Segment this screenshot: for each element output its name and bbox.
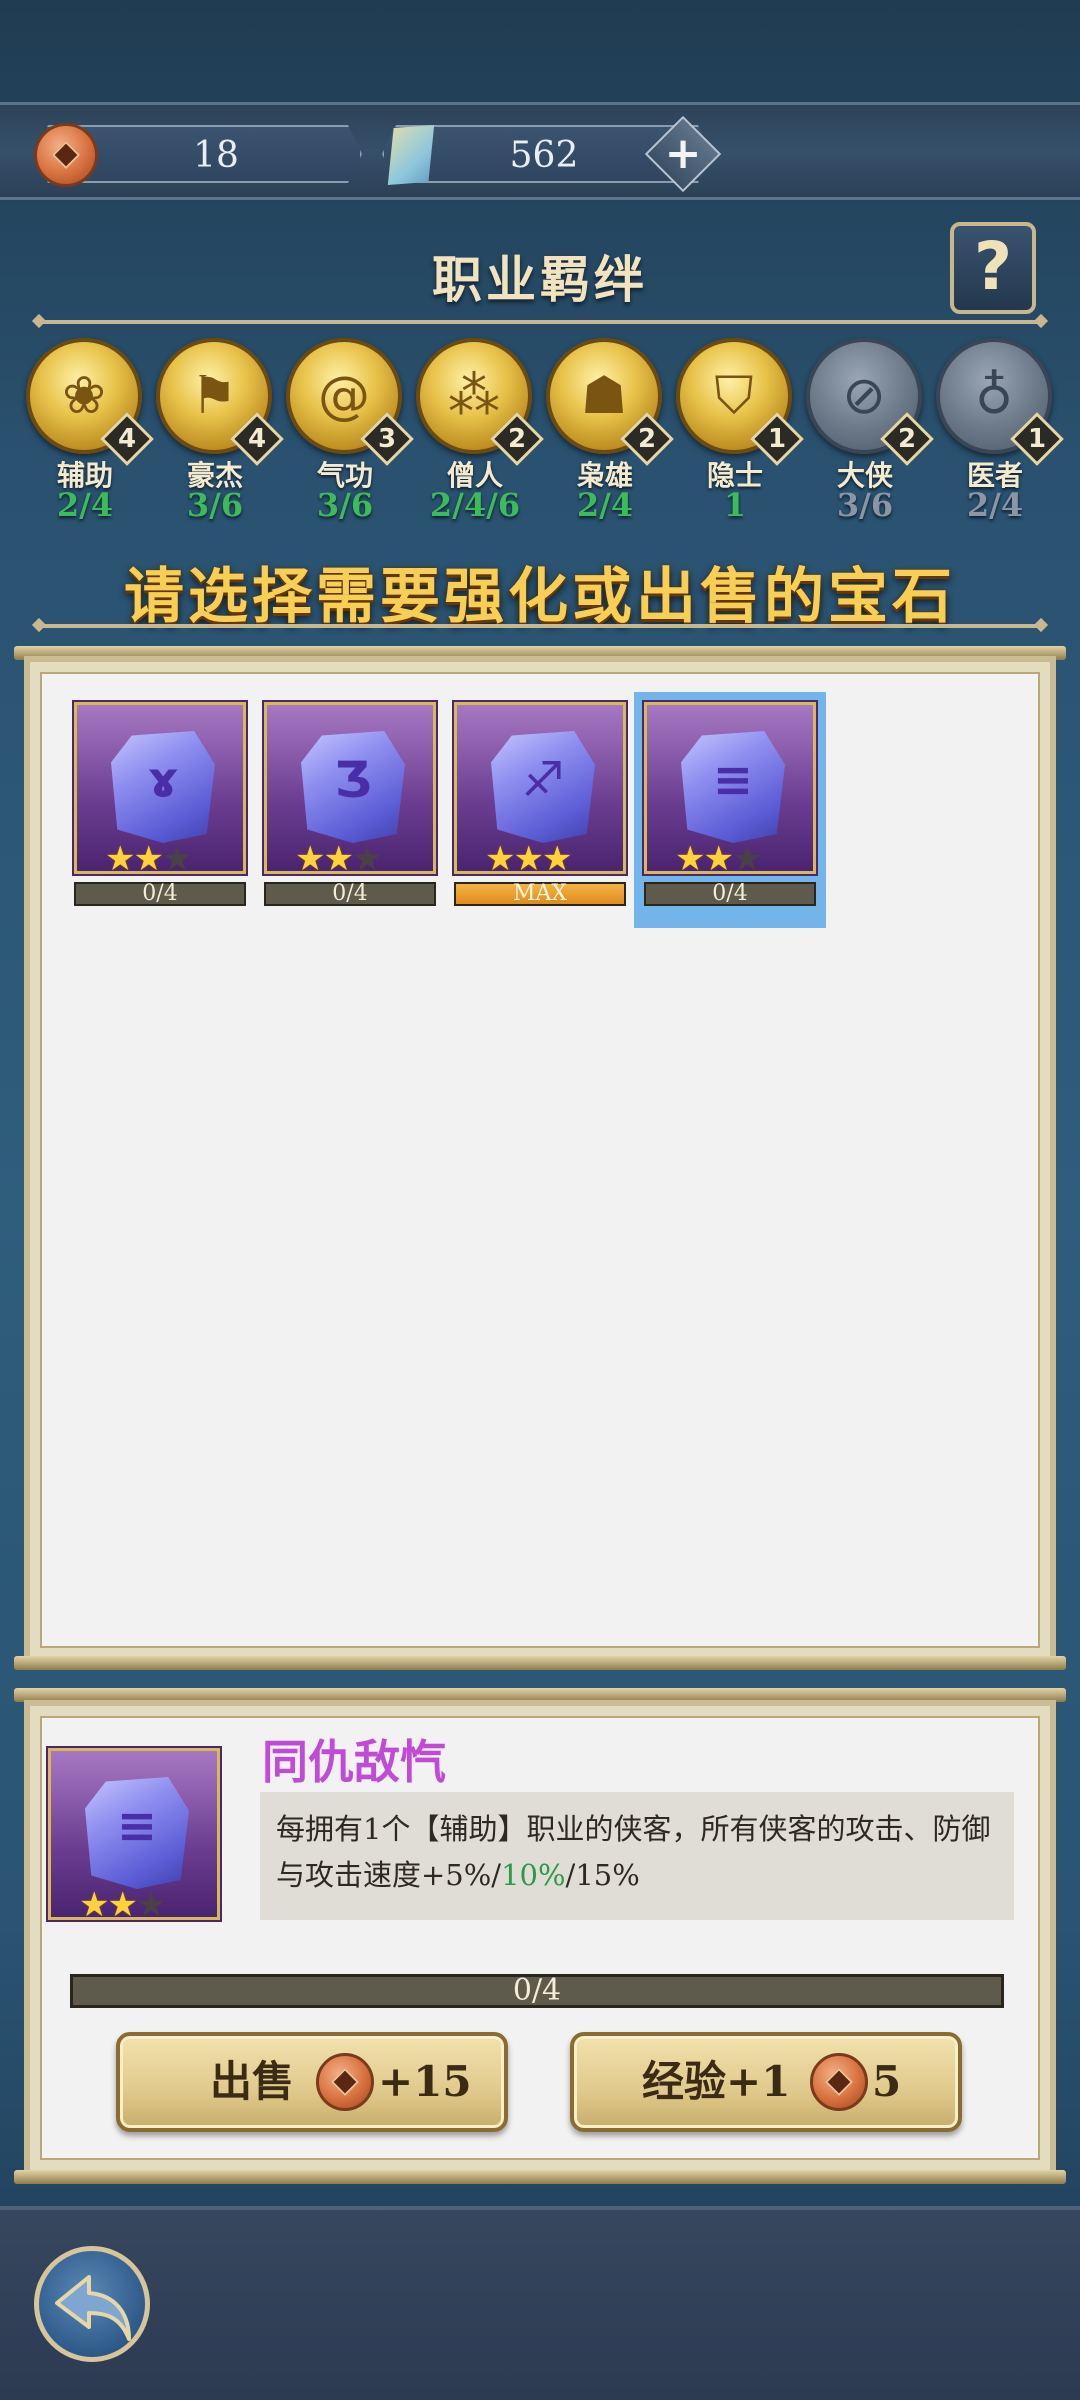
gem-stone: ♐ <box>491 731 595 843</box>
gem-slot[interactable]: ɤ ★★★ 0/4 <box>72 700 248 918</box>
star-icon: ★ <box>295 839 326 879</box>
sell-value: +15 <box>378 2057 472 2106</box>
bond-item[interactable]: @3 气功 3/6 <box>286 338 414 528</box>
gem-slot[interactable]: ♐ ★★★ MAX <box>452 700 628 918</box>
rune-icon: ♐ <box>521 752 565 809</box>
rune-icon: ɤ <box>147 752 179 809</box>
bond-item[interactable]: ⁂ 2 僧人 2/4/6 <box>416 338 544 528</box>
bond-count: 2 <box>507 424 527 454</box>
gem-count: 562 <box>509 135 579 176</box>
exp-label: 经验+1 <box>642 2057 791 2106</box>
star-rating: ★★★ <box>485 839 573 879</box>
coin-icon <box>316 2053 374 2111</box>
gem-stone: ɤ <box>111 731 215 843</box>
star-icon: ★ <box>323 839 354 879</box>
bond-count: 4 <box>117 424 137 454</box>
gem-progress: 0/4 <box>644 882 816 906</box>
bottom-bar <box>0 2206 1080 2400</box>
rune-icon: ≡ <box>712 752 754 809</box>
bond-item[interactable]: ❀ 4 辅助 2/4 <box>26 338 154 528</box>
gem-stone: Ʒ <box>301 731 405 843</box>
bond-count: 2 <box>897 424 917 454</box>
gem-stone: ≡ <box>85 1777 189 1889</box>
bond-list: ❀ 4 辅助 2/4 ⚑ 4 豪杰 3/6 @3 气功 3/6 ⁂ 2 僧人 2/4/6 ☗ 2 枭雄 2/4 ⛉ 1 隐… <box>26 338 1066 528</box>
bond-count: 3 <box>377 424 397 454</box>
bond-item[interactable]: ⊘ 2 大侠 3/6 <box>806 338 934 528</box>
star-rating: ★★★ <box>675 839 763 879</box>
coin-count: 18 <box>193 135 239 176</box>
star-icon: ★ <box>675 839 706 879</box>
exp-cost: 5 <box>872 2057 902 2106</box>
star-icon: ★ <box>703 839 734 879</box>
bond-count: 2 <box>637 424 657 454</box>
star-icon: ★ <box>133 839 164 879</box>
gem-slot[interactable]: ≡ ★★★ 0/4 <box>634 692 826 928</box>
star-icon: ★ <box>513 839 544 879</box>
star-rating: ★★★ <box>79 1885 167 1925</box>
panel-rail <box>14 1656 1066 1670</box>
resource-bar: 18 562 + <box>0 102 1080 200</box>
bond-item[interactable]: ♁ 1 医者 2/4 <box>936 338 1064 528</box>
bond-count: 4 <box>247 424 267 454</box>
gem-frame: ≡ ★★★ <box>642 700 818 879</box>
selected-gem-icon: ≡ ★★★ <box>46 1746 222 1925</box>
star-icon: ★ <box>731 839 763 879</box>
star-icon: ★ <box>105 839 136 879</box>
gem-frame: ɤ ★★★ <box>72 700 248 879</box>
desc-highlight: 10% <box>501 1858 566 1892</box>
gem-frame: Ʒ ★★★ <box>262 700 438 879</box>
star-rating: ★★★ <box>105 839 193 879</box>
bond-level: 2/4 <box>966 486 1024 524</box>
coin-icon <box>810 2053 868 2111</box>
bond-count: 1 <box>1027 424 1047 454</box>
instruction-text: 请选择需要强化或出售的宝石 <box>124 562 956 632</box>
gem-name: 同仇敌忾 <box>262 1735 446 1789</box>
upgrade-exp-button[interactable]: 经验+1 5 <box>570 2032 962 2132</box>
star-icon: ★ <box>161 839 193 879</box>
divider <box>40 624 1040 628</box>
back-button[interactable] <box>34 2246 150 2362</box>
rune-icon: ≡ <box>116 1798 158 1855</box>
divider <box>40 320 1040 324</box>
bond-item[interactable]: ☗ 2 枭雄 2/4 <box>546 338 674 528</box>
star-icon: ★ <box>135 1885 167 1925</box>
bonds-title: 职业羁绊 <box>432 250 648 309</box>
star-icon: ★ <box>541 839 573 879</box>
gem-progress: MAX <box>454 882 626 906</box>
sell-label: 出售 <box>210 2057 295 2106</box>
coin-icon <box>34 123 98 187</box>
sell-button[interactable]: 出售 +15 <box>116 2032 508 2132</box>
bond-item[interactable]: ⛉ 1 隐士 1 <box>676 338 804 528</box>
star-icon: ★ <box>79 1885 110 1925</box>
gem-slot[interactable]: Ʒ ★★★ 0/4 <box>262 700 438 918</box>
gem-description: 每拥有1个【辅助】职业的侠客，所有侠客的攻击、防御与攻击速度+5%/10%/15… <box>260 1792 1014 1920</box>
rune-icon: Ʒ <box>334 752 372 809</box>
bond-item[interactable]: ⚑ 4 豪杰 3/6 <box>156 338 284 528</box>
help-button[interactable]: ? <box>950 222 1036 314</box>
panel-rail <box>14 2170 1066 2184</box>
plus-icon: + <box>664 128 702 179</box>
gem-progress: 0/4 <box>74 882 246 906</box>
star-icon: ★ <box>485 839 516 879</box>
star-icon: ★ <box>107 1885 138 1925</box>
star-icon: ★ <box>351 839 383 879</box>
gem-stone: ≡ <box>681 731 785 843</box>
bond-count: 1 <box>767 424 787 454</box>
gem-frame: ♐ ★★★ <box>452 700 628 879</box>
gem-exp-progress: 0/4 <box>70 1974 1004 2008</box>
gem-progress: 0/4 <box>264 882 436 906</box>
desc-text-end: /15% <box>565 1858 640 1892</box>
star-rating: ★★★ <box>295 839 383 879</box>
gem-inventory-panel: ɤ ★★★ 0/4 Ʒ ★★★ 0/4 ♐ ★★★ MAX ≡ ★★★ 0/4 <box>24 656 1056 1664</box>
back-arrow-icon <box>55 2275 131 2341</box>
